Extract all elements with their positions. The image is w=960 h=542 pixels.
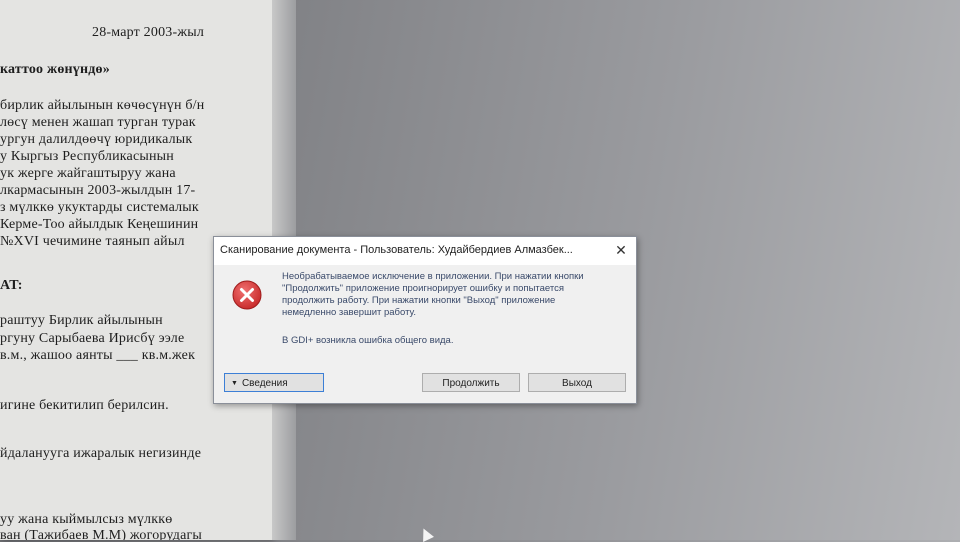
doc-text-line: уу жана кыймылсыз мүлккө <box>0 512 173 527</box>
doc-text-line: ургун далилдөөчү юридикалык <box>0 132 193 147</box>
doc-text-line: з мүлккө укуктарды системалык <box>0 200 199 215</box>
doc-text-line: раштуу Бирлик айылынын <box>0 313 163 328</box>
error-message: Необрабатываемое исключение в приложении… <box>282 271 584 318</box>
doc-heading-line: AT: <box>0 278 23 293</box>
exit-button[interactable]: Выход <box>528 373 626 392</box>
error-dialog: Сканирование документа - Пользователь: Х… <box>213 236 637 404</box>
doc-text-line: игине бекитилип берилсин. <box>0 398 169 413</box>
doc-text-line: Керме-Тоо айылдык Кеңешинин <box>0 217 199 232</box>
doc-heading-line: каттоо жөнүндө» <box>0 62 110 77</box>
dialog-titlebar[interactable]: Сканирование документа - Пользователь: Х… <box>214 237 636 265</box>
dialog-title: Сканирование документа - Пользователь: Х… <box>220 244 573 256</box>
doc-text-line: №XVI чечимине таянып айыл <box>0 234 185 249</box>
doc-text-line: ук жерге жайгаштыруу жана <box>0 166 176 181</box>
close-icon[interactable]: ✕ <box>614 243 628 257</box>
details-button[interactable]: ▼ Сведения <box>224 373 324 392</box>
doc-text-line: ван (Тажибаев М.М) жогорудагы <box>0 528 203 540</box>
error-detail: В GDI+ возникла ошибка общего вида. <box>282 335 454 346</box>
doc-text-line: ргуну Сарыбаева Ирисбү ээле <box>0 331 185 346</box>
doc-text-line: йдаланууга ижаралык негизинде <box>0 446 202 461</box>
doc-text-line: у Кыргыз Республикасынын <box>0 149 174 164</box>
error-icon <box>232 280 262 310</box>
doc-text-line: лкармасынын 2003-жылдын 17- <box>0 183 196 198</box>
doc-date-line: 28-март 2003-жыл <box>92 25 205 40</box>
chevron-down-icon: ▼ <box>231 380 238 387</box>
doc-text-line: бирлик айылынын көчөсүнүн б/н <box>0 98 205 113</box>
details-button-label: Сведения <box>241 378 288 389</box>
doc-text-line: в.м., жашоо аянты ___ кв.м.жек <box>0 348 196 363</box>
continue-button[interactable]: Продолжить <box>422 373 520 392</box>
doc-text-line: лөсү менен жашап турган турак <box>0 115 196 130</box>
